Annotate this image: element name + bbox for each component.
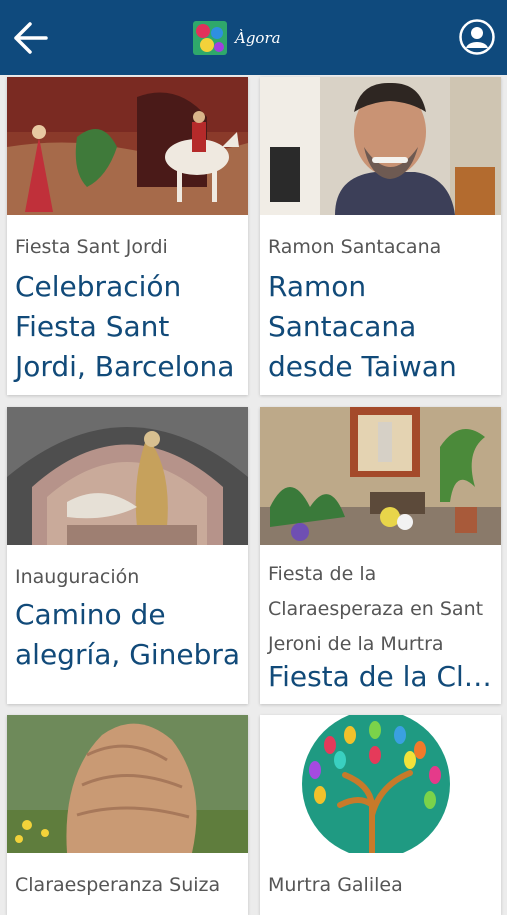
card-category: Ramon Santacana — [268, 236, 442, 258]
card-title: Ramon Santacana desde Taiwan — [268, 270, 457, 383]
card-image — [7, 77, 248, 215]
app-brand: Àgora — [193, 20, 281, 56]
user-circle-icon[interactable] — [458, 18, 496, 56]
card-title: Celebración Fiesta Sant Jordi, Barcelona — [15, 270, 235, 383]
card-category: Fiesta de la Claraesperaza en Sant Jeron… — [268, 563, 484, 655]
card-image — [7, 407, 248, 545]
news-card[interactable]: Fiesta Sant Jordi Celebración Fiesta San… — [7, 77, 248, 395]
news-card[interactable]: Fiesta de la Claraesperaza en Sant Jeron… — [260, 407, 501, 704]
card-category: Claraesperanza Suiza — [15, 874, 221, 896]
card-category: Inauguración — [15, 566, 140, 588]
news-card[interactable]: Ramon Santacana Ramon Santacana desde Ta… — [260, 77, 501, 395]
card-image — [260, 77, 501, 215]
news-card[interactable]: Inauguración Camino de alegría, Ginebra — [7, 407, 248, 704]
news-card[interactable]: Claraesperanza Suiza — [7, 715, 248, 915]
card-category: Murtra Galilea — [268, 874, 403, 896]
news-card[interactable]: Murtra Galilea — [260, 715, 501, 915]
agora-logo — [193, 21, 227, 55]
card-category: Fiesta Sant Jordi — [15, 236, 168, 258]
app-title: Àgora — [235, 29, 281, 47]
arrow-left-icon[interactable] — [12, 20, 50, 56]
card-title: Camino de alegría, Ginebra — [15, 598, 241, 671]
card-title: Fiesta de la Claraesperanza — [268, 660, 495, 693]
card-image — [260, 407, 501, 545]
top-app-bar: Àgora — [0, 0, 507, 75]
card-image — [260, 715, 501, 853]
card-image — [7, 715, 248, 853]
